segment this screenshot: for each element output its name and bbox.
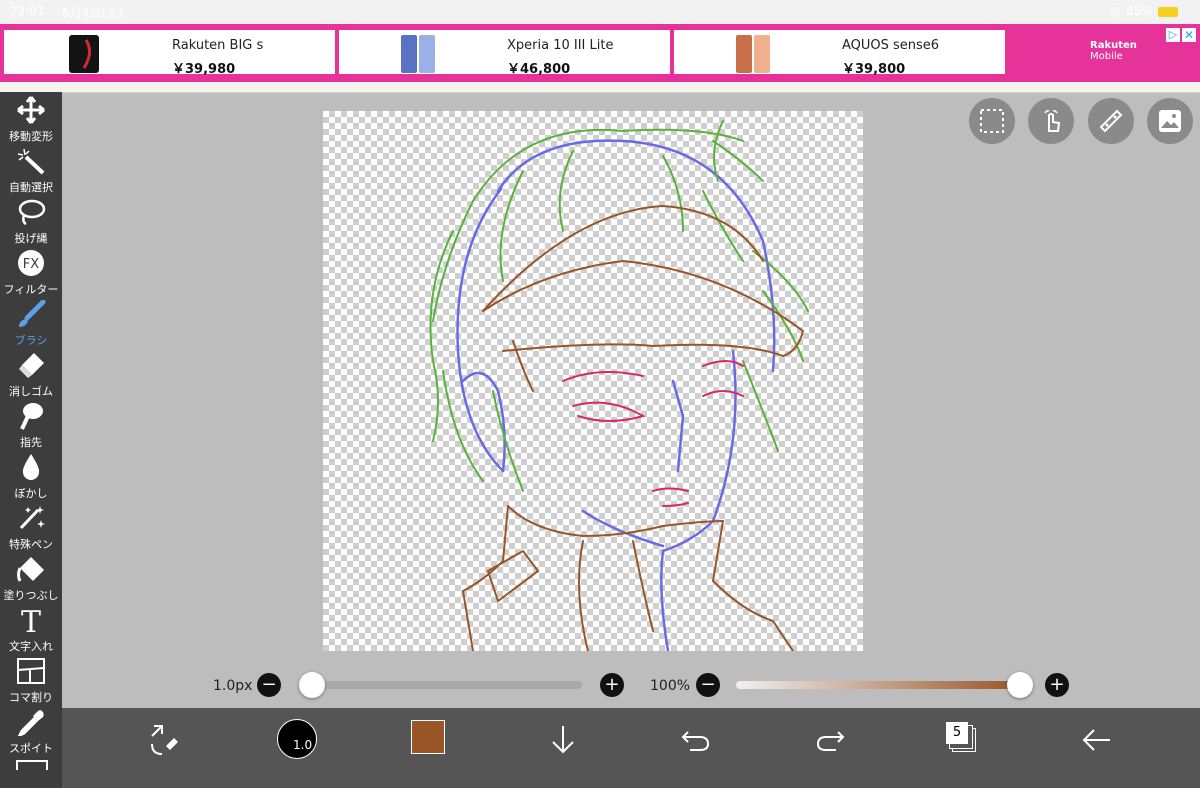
eyedropper-icon — [17, 710, 44, 736]
orientation-lock-icon: ◎ — [1110, 4, 1121, 18]
ad-bar-divider — [0, 82, 1200, 93]
ad-card-3[interactable]: AQUOS sense6 ￥39,800 — [674, 30, 1005, 77]
layers-button[interactable]: 5 — [946, 722, 976, 752]
redo-icon[interactable] — [814, 722, 846, 758]
svg-text:T: T — [21, 606, 41, 634]
tool-more-partial[interactable] — [16, 760, 48, 770]
tool-special-pen[interactable]: 特殊ペン — [0, 500, 62, 551]
ad-price: ￥39,980 — [172, 62, 236, 77]
opacity-value: 100% — [650, 678, 691, 694]
phone-thumbnail-1 — [69, 35, 99, 73]
drawing-canvas[interactable] — [323, 111, 863, 651]
ad-price: ￥46,800 — [507, 62, 571, 77]
brush-size-knob[interactable] — [299, 672, 325, 698]
tool-lasso[interactable]: 投げ縄 — [0, 194, 62, 245]
hand-touch-icon — [1044, 110, 1061, 132]
brush-size-decrease-button[interactable]: − — [257, 673, 281, 697]
dashed-rect-icon — [980, 109, 1004, 133]
frame-divider-icon — [17, 658, 45, 684]
text-icon: T — [21, 606, 41, 634]
opacity-slider[interactable] — [736, 681, 1020, 689]
status-bar: 22:01 6月4日(土) ◜ ◎ 85% — [0, 0, 1200, 24]
finger-icon — [20, 403, 43, 430]
pink-face-strokes — [562, 360, 744, 507]
tool-filter[interactable]: FX フィルター — [0, 245, 62, 296]
fx-icon: FX — [18, 250, 44, 276]
brush-icon — [19, 300, 46, 327]
tool-blur[interactable]: ぼかし — [0, 449, 62, 500]
battery-icon — [1158, 7, 1178, 17]
ad-product-name: AQUOS sense6 — [842, 38, 940, 53]
back-arrow-icon[interactable] — [1080, 722, 1112, 758]
eraser-icon — [19, 353, 44, 378]
ad-price: ￥39,800 — [842, 62, 906, 77]
ruler-icon — [1099, 109, 1123, 133]
image-button[interactable] — [1147, 98, 1193, 144]
lasso-icon — [18, 199, 46, 226]
tool-brush[interactable]: ブラシ — [0, 296, 62, 347]
image-icon — [1159, 110, 1181, 132]
brush-size-increase-button[interactable]: + — [600, 673, 624, 697]
move-icon — [17, 96, 45, 124]
color-swatch-button[interactable] — [411, 720, 445, 754]
brand-logo: Rakuten Mobile — [1090, 40, 1137, 62]
brush-size-preview-button[interactable]: 1.0 — [277, 719, 317, 759]
sketch-artwork — [429, 120, 809, 651]
ad-info-icon[interactable]: ▷ — [1166, 28, 1180, 42]
tool-eraser[interactable]: 消しゴム — [0, 347, 62, 398]
brown-hat-collar-strokes — [461, 204, 805, 651]
selection-button[interactable] — [969, 98, 1015, 144]
tool-finger[interactable]: 指先 — [0, 398, 62, 449]
ad-close-icon[interactable]: ✕ — [1182, 28, 1196, 42]
tool-sidebar: 移動変形 自動選択 投げ縄 FX フィルター ブラシ 消しゴム 指先 ぼかし 特… — [0, 92, 62, 788]
fill-bucket-icon — [17, 557, 44, 582]
tool-frame-divider[interactable]: コマ割り — [0, 653, 62, 704]
opacity-knob[interactable] — [1007, 672, 1033, 698]
status-time: 22:01 — [10, 4, 45, 18]
ad-banner[interactable]: Rakuten BIG s ￥39,980 Xperia 10 III Lite… — [0, 24, 1200, 82]
brush-size-badge: 1.0 — [293, 738, 313, 752]
battery-percent: 85% — [1126, 4, 1153, 18]
ad-product-name: Rakuten BIG s — [172, 38, 264, 53]
magic-wand-icon — [17, 148, 45, 175]
phone-thumbnail-3 — [736, 35, 770, 73]
undo-icon[interactable] — [680, 722, 712, 758]
svg-text:FX: FX — [23, 257, 39, 272]
opacity-increase-button[interactable]: + — [1045, 673, 1069, 697]
swap-tool-icon[interactable] — [148, 722, 180, 758]
tool-eyedropper[interactable]: スポイト — [0, 704, 62, 755]
touch-button[interactable] — [1028, 98, 1074, 144]
status-date: 6月4日(土) — [62, 6, 123, 20]
ad-product-name: Xperia 10 III Lite — [507, 38, 614, 53]
ad-card-2[interactable]: Xperia 10 III Lite ￥46,800 — [339, 30, 670, 77]
wifi-icon: ◜ — [1094, 4, 1099, 18]
tool-move[interactable]: 移動変形 — [0, 92, 62, 143]
tool-fill[interactable]: 塗りつぶし — [0, 551, 62, 602]
brush-size-value: 1.0px — [213, 678, 253, 694]
layer-count: 5 — [946, 722, 968, 744]
bottom-toolbar — [62, 708, 1200, 788]
ruler-button[interactable] — [1088, 98, 1134, 144]
special-pen-icon — [19, 506, 45, 530]
brush-size-slider[interactable] — [312, 681, 582, 689]
ad-card-1[interactable]: Rakuten BIG s ￥39,980 — [4, 30, 335, 77]
phone-thumbnail-2 — [401, 35, 435, 73]
blur-drop-icon — [22, 454, 40, 480]
tool-auto-select[interactable]: 自動選択 — [0, 143, 62, 194]
down-arrow-icon[interactable] — [548, 722, 578, 758]
opacity-decrease-button[interactable]: − — [696, 673, 720, 697]
tool-text[interactable]: T 文字入れ — [0, 602, 62, 653]
